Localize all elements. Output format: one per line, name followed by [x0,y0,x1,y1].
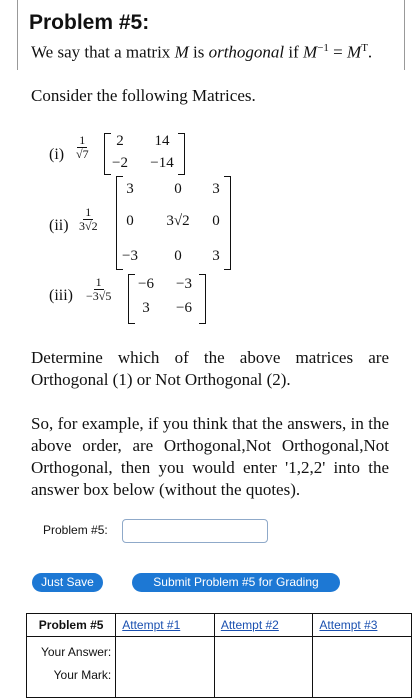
intro-prefix: We say that a matrix [31,42,175,62]
matrix-cell: 14 [154,133,170,149]
factor-denominator: 3√2 [79,219,98,233]
intro-term: orthogonal [208,42,285,62]
problem-page: Problem #5: We say that a matrix M is or… [0,0,412,700]
matrix-factor: 1 √7 [76,134,89,161]
factor-denominator: −3√5 [86,289,112,303]
matrix-cell: −3 [122,248,138,264]
determine-instructions: Determine which of the above matrices ar… [31,348,389,389]
matrix-cell: −2 [112,155,128,171]
answer-input[interactable] [122,519,268,543]
matrix-label: (iii) [49,287,73,304]
factor-numerator: 1 [93,275,104,290]
your-answer-label: Your Answer: [40,645,112,659]
matrix-cell: 3 [212,181,220,197]
matrix-cell: −6 [176,300,192,316]
attempt-2-cell [213,636,314,698]
matrix-cell: −14 [150,155,174,171]
factor-numerator: 1 [77,133,88,148]
matrix-cell: 3√2 [166,213,190,229]
transpose-exponent: T [361,42,368,54]
factor-numerator: 1 [83,205,94,220]
example-instructions: So, for example, if you think that the a… [31,414,389,499]
matrix-cell: 0 [126,213,134,229]
matrix-cell: 2 [116,133,124,149]
intro-is: is [188,42,209,62]
intro-period: . [367,42,373,62]
attempt-1-cell [115,636,215,698]
matrix-factor: 1 3√2 [79,206,98,233]
definition-text: We say that a matrix M is orthogonal if … [31,42,372,63]
intro-M-inverse: M [303,42,318,62]
consider-text: Consider the following Matrices. [31,86,256,105]
intro-if: if [284,42,304,62]
matrix-cell: 0 [174,248,182,264]
attempts-row-labels: Your Answer: Your Mark: [25,636,117,698]
submit-button[interactable]: Submit Problem #5 for Grading [132,573,340,592]
answer-label: Problem #5: [43,523,108,537]
matrix-cell: 3 [142,300,150,316]
matrix-cell: 3 [212,248,220,264]
matrix-label: (i) [49,146,65,163]
attempt-3-cell [312,636,412,698]
intro-M-transpose: M [347,42,362,62]
matrix-cell: 3 [126,181,134,197]
matrix-cell: 0 [212,213,220,229]
attempt-3-header[interactable]: Attempt #3 [312,613,412,637]
factor-denominator: √7 [76,147,89,161]
just-save-button[interactable]: Just Save [32,573,103,592]
attempt-1-link[interactable]: Attempt #1 [122,618,180,632]
matrix-cell: 0 [174,181,182,197]
matrix-cell: −6 [138,276,154,292]
attempt-3-link[interactable]: Attempt #3 [319,618,377,632]
attempt-1-header[interactable]: Attempt #1 [115,613,215,637]
attempt-2-header[interactable]: Attempt #2 [213,613,314,637]
attempts-table: Problem #5 Attempt #1 Attempt #2 Attempt… [25,613,412,698]
attempts-row-header: Problem #5 [25,613,117,637]
intro-equals: = [328,42,348,62]
matrix-factor: 1 −3√5 [86,276,111,303]
matrix-label: (ii) [49,217,69,234]
your-mark-label: Your Mark: [53,668,112,682]
inverse-exponent: −1 [317,42,329,54]
matrix-cell: −3 [176,276,192,292]
problem-title: Problem #5: [29,11,150,34]
intro-M: M [174,42,189,62]
attempt-2-link[interactable]: Attempt #2 [221,618,279,632]
